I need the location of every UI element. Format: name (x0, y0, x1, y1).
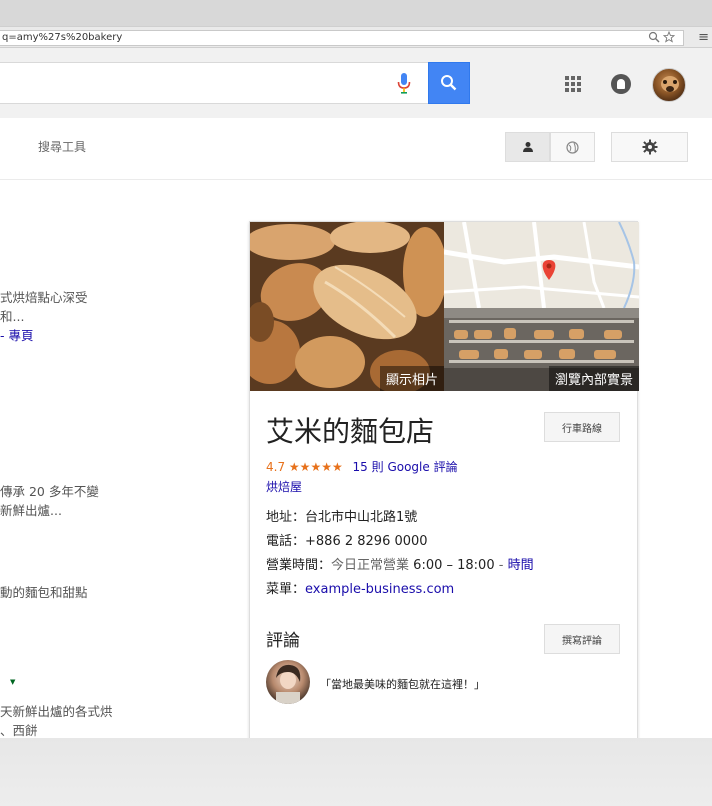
dropdown-arrow-icon[interactable]: ▼ (10, 678, 15, 686)
browser-menu-icon[interactable]: ≡ (698, 30, 709, 46)
settings-button[interactable] (611, 132, 688, 162)
gear-icon (642, 139, 657, 155)
address-value: 台北市中山北路1號 (305, 510, 418, 525)
avatar[interactable] (652, 68, 686, 102)
result-snippet-4: 天新鮮出爐的各式烘 、西餅 (0, 704, 113, 738)
phone-line: 電話：+886 2 8296 0000 (266, 534, 428, 549)
search-tools-link[interactable]: 搜尋工具 (38, 138, 86, 155)
personal-results-button[interactable] (505, 132, 550, 162)
knowledge-panel: 顯示相片 瀏覽內部實景 艾米的麵包店 行車路線 4.7 ★★★★★ 15 則 G… (249, 221, 639, 738)
interior-photo[interactable]: 瀏覽內部實景 (444, 308, 639, 391)
search-icon (441, 75, 457, 91)
directions-button[interactable]: 行車路線 (544, 412, 620, 442)
search-tools-bar: 搜尋工具 (0, 118, 712, 180)
person-icon (522, 142, 533, 152)
microphone-icon[interactable] (397, 73, 411, 95)
hours-status: 今日正常營業 (331, 558, 410, 573)
result-link-1[interactable]: - 專頁 (0, 326, 88, 345)
page-bottom-shadow (0, 738, 712, 806)
review-quote: 「當地最美味的麵包就在這裡！」 (320, 678, 485, 691)
google-reviews-link[interactable]: 15 則 Google 評論 (353, 460, 458, 474)
bread-photo[interactable]: 顯示相片 (250, 222, 444, 391)
menu-line: 菜單：example-business.com (266, 582, 455, 597)
business-category[interactable]: 烘焙屋 (266, 478, 302, 495)
menu-link[interactable]: example-business.com (305, 582, 454, 597)
rating-row: 4.7 ★★★★★ 15 則 Google 評論 (266, 458, 458, 475)
hours-range: 6:00 – 18:00 (413, 558, 495, 573)
search-results-page: 搜尋工具 式烘焙點心深受 和... - 專頁 傳承 20 多年不變 新鮮出爐..… (0, 48, 712, 738)
address-line: 地址：台北市中山北路1號 (266, 510, 418, 525)
google-header (0, 48, 712, 118)
result-snippet-1: 式烘焙點心深受 和... - 專頁 (0, 290, 88, 345)
view-interior-label[interactable]: 瀏覽內部實景 (548, 366, 639, 391)
globe-icon (566, 140, 579, 154)
search-input[interactable] (0, 62, 470, 104)
rating-stars-icon: ★★★★★ (288, 460, 343, 474)
browser-toolbar: q=amy%27s%20bakery ≡ (0, 26, 712, 48)
hours-link[interactable]: 時間 (508, 558, 534, 573)
rating-value: 4.7 (266, 460, 286, 474)
notifications-icon[interactable] (611, 74, 631, 94)
browser-tabstrip (0, 0, 712, 26)
business-title: 艾米的麵包店 (266, 415, 435, 448)
result-snippet-3: 動的麵包和甜點 (0, 585, 88, 600)
apps-grid-icon[interactable] (565, 76, 581, 92)
write-review-button[interactable]: 撰寫評論 (544, 624, 620, 654)
hours-line: 營業時間：今日正常營業 6:00 – 18:00 - 時間 (266, 558, 534, 573)
url-text: q=amy%27s%20bakery (2, 32, 123, 43)
url-field[interactable]: q=amy%27s%20bakery (0, 30, 684, 46)
location-map[interactable] (444, 222, 639, 308)
search-button[interactable] (428, 62, 470, 104)
reviews-heading: 評論 (266, 631, 300, 651)
global-results-button[interactable] (550, 132, 595, 162)
phone-value[interactable]: +886 2 8296 0000 (305, 534, 428, 549)
star-bookmark-icon[interactable] (663, 31, 675, 43)
result-view-toggle (505, 132, 595, 162)
zoom-icon[interactable] (648, 31, 660, 43)
reviewer-avatar (266, 660, 310, 704)
result-snippet-2: 傳承 20 多年不變 新鮮出爐... (0, 484, 99, 518)
show-photos-label[interactable]: 顯示相片 (379, 366, 444, 391)
